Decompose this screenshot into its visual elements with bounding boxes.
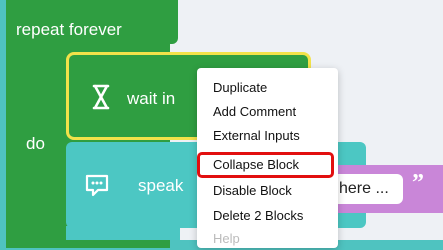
- menu-item-delete-blocks[interactable]: Delete 2 Blocks: [213, 205, 303, 227]
- text-field[interactable]: here ...: [331, 174, 403, 204]
- hourglass-icon: [91, 83, 111, 111]
- text-block[interactable]: here ... ”: [325, 165, 443, 213]
- speech-bubble-icon: [84, 173, 110, 197]
- menu-item-help: Help: [213, 231, 240, 246]
- collapse-block-highlight: [197, 152, 334, 178]
- menu-item-add-comment[interactable]: Add Comment: [213, 101, 296, 123]
- repeat-forever-block-header[interactable]: repeat forever: [6, 0, 178, 44]
- menu-item-duplicate[interactable]: Duplicate: [213, 77, 267, 99]
- do-label: do: [26, 134, 45, 153]
- menu-item-disable-block[interactable]: Disable Block: [213, 180, 292, 202]
- wait-label: wait in: [127, 89, 176, 108]
- repeat-forever-label: repeat forever: [16, 20, 122, 39]
- quote-mark: ”: [412, 170, 424, 196]
- menu-item-external-inputs[interactable]: External Inputs: [213, 125, 300, 147]
- speak-label: speak: [138, 176, 184, 195]
- speak-block-bottom: [66, 226, 180, 240]
